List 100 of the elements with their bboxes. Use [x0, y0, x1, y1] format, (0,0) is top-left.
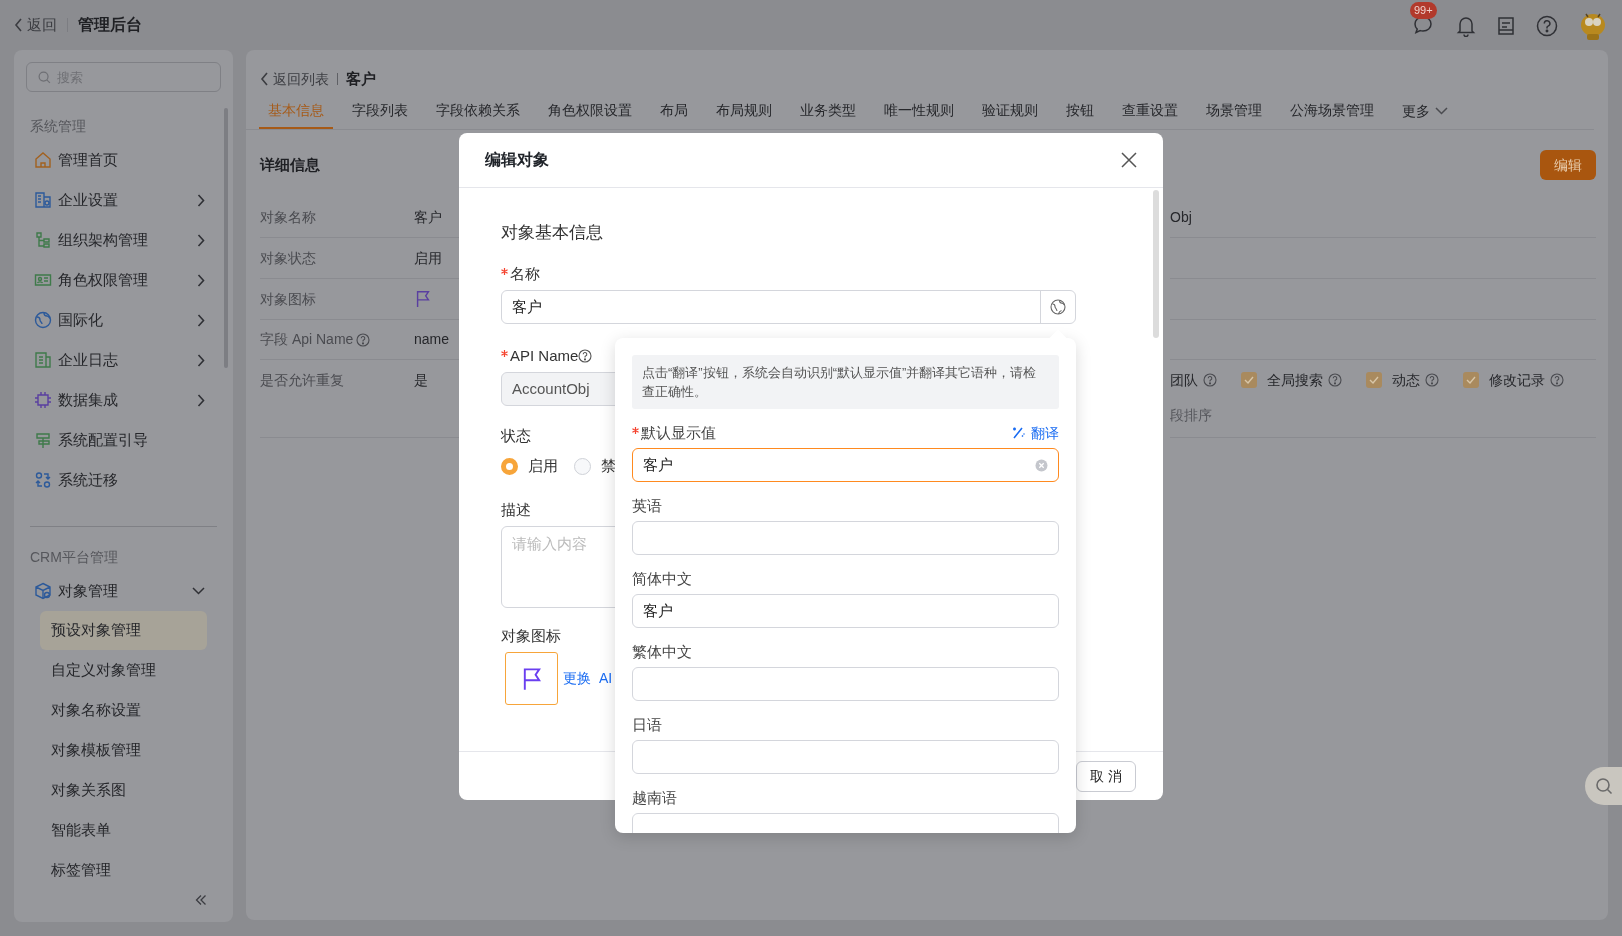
sidebar-subitem[interactable]: 标签管理 — [40, 851, 207, 890]
text-input[interactable]: 客户 — [632, 594, 1059, 628]
sidebar-item[interactable]: 企业设置 — [14, 180, 233, 220]
link[interactable]: AI — [599, 668, 613, 689]
help-icon[interactable] — [1536, 15, 1558, 37]
more-tabs-button[interactable]: 更多 — [1393, 93, 1457, 129]
help-icon[interactable] — [1203, 373, 1217, 387]
scrollbar-thumb[interactable] — [1153, 190, 1159, 338]
sidebar-subitem[interactable]: 对象关系图 — [40, 771, 207, 810]
back-link[interactable]: 返回 — [14, 13, 57, 37]
checkmark-icon — [1244, 376, 1254, 384]
sidebar-subitem[interactable]: 自定义对象管理 — [40, 651, 207, 690]
tree-icon — [34, 231, 52, 249]
radio-label: 启用 — [528, 455, 558, 476]
tab[interactable]: 布局规则 — [707, 93, 781, 129]
migrate-icon — [34, 471, 52, 489]
sidebar-subitem[interactable]: 对象模板管理 — [40, 731, 207, 770]
link[interactable]: 更换 — [563, 668, 591, 689]
text-input[interactable] — [632, 521, 1059, 555]
sidebar-subitem[interactable]: 预设对象管理 — [40, 611, 207, 650]
option-label: 动态 — [1392, 370, 1420, 390]
option-label: 全局搜索 — [1267, 370, 1323, 390]
tab[interactable]: 字段列表 — [343, 93, 417, 129]
sidebar-item[interactable]: 数据集成 — [14, 380, 233, 420]
icon-preview[interactable] — [505, 652, 558, 705]
field-value: Obj — [1170, 208, 1192, 227]
field-value: 客户 — [414, 208, 442, 227]
chevron-left-icon — [260, 72, 269, 86]
field-label: 是否允许重复 — [260, 371, 344, 390]
radio-label: 禁 — [601, 455, 616, 476]
option-label: 段排序 — [1170, 406, 1213, 425]
field-value: 启用 — [414, 248, 442, 268]
field-label: 状态 — [501, 425, 531, 446]
id-card-icon — [34, 271, 52, 289]
text-input[interactable] — [632, 740, 1059, 774]
text-input[interactable] — [632, 667, 1059, 701]
checkbox[interactable] — [1366, 372, 1382, 388]
sidebar-item[interactable]: 管理首页 — [14, 140, 233, 180]
radio-button[interactable] — [574, 457, 591, 475]
help-icon[interactable] — [578, 349, 593, 363]
sidebar-item[interactable]: 组织架构管理 — [14, 220, 233, 260]
field-value: 是 — [414, 371, 428, 390]
tab[interactable]: 业务类型 — [791, 93, 865, 129]
translate-link[interactable]: 翻译 — [1012, 422, 1059, 444]
field-label: 默认显示值 — [641, 422, 716, 443]
log-icon — [34, 351, 52, 369]
checkmark-icon — [1466, 376, 1476, 384]
tab[interactable]: 布局 — [651, 93, 697, 129]
inbox-icon[interactable] — [1496, 16, 1516, 36]
page-title: 客户 — [346, 68, 376, 89]
sidebar-subitem[interactable]: 智能表单 — [40, 811, 207, 850]
help-icon[interactable] — [1328, 373, 1342, 387]
sidebar-item[interactable]: 角色权限管理 — [14, 260, 233, 300]
help-icon[interactable] — [1425, 373, 1439, 387]
checkmark-icon — [1369, 376, 1379, 384]
section-title: 详细信息 — [260, 154, 320, 175]
tab[interactable]: 验证规则 — [973, 93, 1047, 129]
chevron-left-icon — [14, 18, 23, 32]
hint-text: 点击“翻译”按钮，系统会自动识别“默认显示值”并翻译其它语种，请检查正确性。 — [632, 355, 1059, 409]
help-icon[interactable] — [1550, 373, 1564, 387]
search-icon — [38, 71, 51, 84]
sidebar-item[interactable]: 对象管理 — [14, 571, 233, 611]
field-label: 对象图标 — [501, 625, 561, 646]
section-heading: CRM平台管理 — [29, 548, 119, 567]
form-section-title: 对象基本信息 — [501, 222, 604, 244]
sidebar-subitem[interactable]: 对象名称设置 — [40, 691, 207, 730]
tab[interactable]: 公海场景管理 — [1281, 93, 1383, 129]
checkbox[interactable] — [1463, 372, 1479, 388]
sidebar-item[interactable]: 企业日志 — [14, 340, 233, 380]
app-title: 管理后台 — [78, 15, 142, 35]
field-label: 名称 — [510, 263, 540, 284]
tab[interactable]: 字段依赖关系 — [427, 93, 529, 129]
tab[interactable]: 唯一性规则 — [875, 93, 963, 129]
sidebar-item[interactable]: 国际化 — [14, 300, 233, 340]
tab[interactable]: 角色权限设置 — [539, 93, 641, 129]
collapse-icon[interactable] — [195, 894, 207, 906]
sidebar-item[interactable]: 系统迁移 — [14, 460, 233, 500]
tab[interactable]: 查重设置 — [1113, 93, 1187, 129]
field-label: 描述 — [501, 499, 531, 520]
tab[interactable]: 按钮 — [1057, 93, 1103, 129]
bell-icon[interactable] — [1456, 15, 1476, 37]
edit-button[interactable]: 编辑 — [1540, 150, 1596, 180]
field-label: 对象状态 — [260, 248, 316, 268]
clear-icon[interactable] — [1035, 458, 1048, 472]
flag-icon — [414, 290, 432, 308]
text-input[interactable]: 客户 — [632, 448, 1059, 482]
sidebar-item[interactable]: 系统配置引导 — [14, 420, 233, 460]
chevron-down-icon — [1435, 107, 1448, 115]
field-label: 英语 — [632, 495, 662, 516]
checkbox[interactable] — [1241, 372, 1257, 388]
signpost-icon — [34, 431, 52, 449]
house-icon — [34, 151, 52, 169]
building-icon — [34, 191, 52, 209]
back-to-list-link[interactable]: 返回列表 — [260, 68, 329, 90]
close-icon[interactable] — [1121, 152, 1137, 168]
tab[interactable]: 场景管理 — [1197, 93, 1271, 129]
radio-button[interactable] — [501, 457, 518, 475]
help-icon[interactable] — [356, 332, 371, 347]
field-label: 日语 — [632, 714, 662, 735]
field-value: name — [414, 330, 450, 349]
